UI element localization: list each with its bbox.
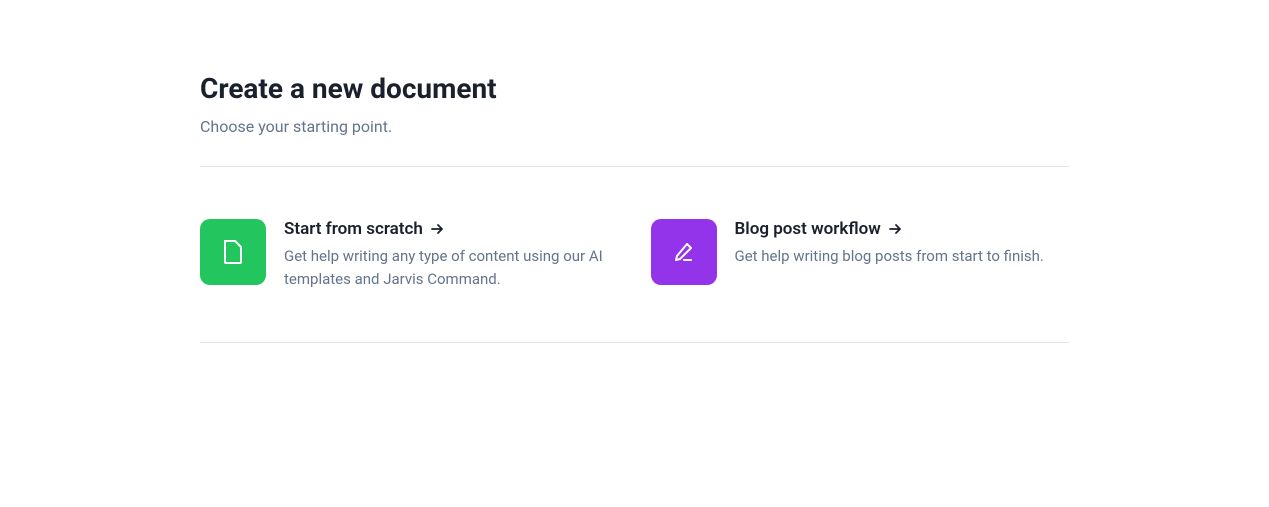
page-subtitle: Choose your starting point. xyxy=(200,117,1069,136)
page-title: Create a new document xyxy=(200,72,1069,105)
option-title-text: Blog post workflow xyxy=(735,219,881,239)
option-description: Get help writing any type of content usi… xyxy=(284,245,619,290)
option-title-text: Start from scratch xyxy=(284,219,423,239)
option-title: Blog post workflow xyxy=(735,219,1070,239)
option-title: Start from scratch xyxy=(284,219,619,239)
option-description: Get help writing blog posts from start t… xyxy=(735,245,1070,268)
options-section: Start from scratch Get help writing any … xyxy=(200,167,1069,343)
option-blog-post-workflow[interactable]: Blog post workflow Get help writing blog… xyxy=(651,219,1070,290)
arrow-right-icon xyxy=(429,221,445,237)
option-content: Blog post workflow Get help writing blog… xyxy=(735,219,1070,268)
document-icon xyxy=(200,219,266,285)
header-section: Create a new document Choose your starti… xyxy=(200,72,1069,167)
option-start-from-scratch[interactable]: Start from scratch Get help writing any … xyxy=(200,219,619,290)
pencil-icon xyxy=(651,219,717,285)
arrow-right-icon xyxy=(887,221,903,237)
option-content: Start from scratch Get help writing any … xyxy=(284,219,619,290)
